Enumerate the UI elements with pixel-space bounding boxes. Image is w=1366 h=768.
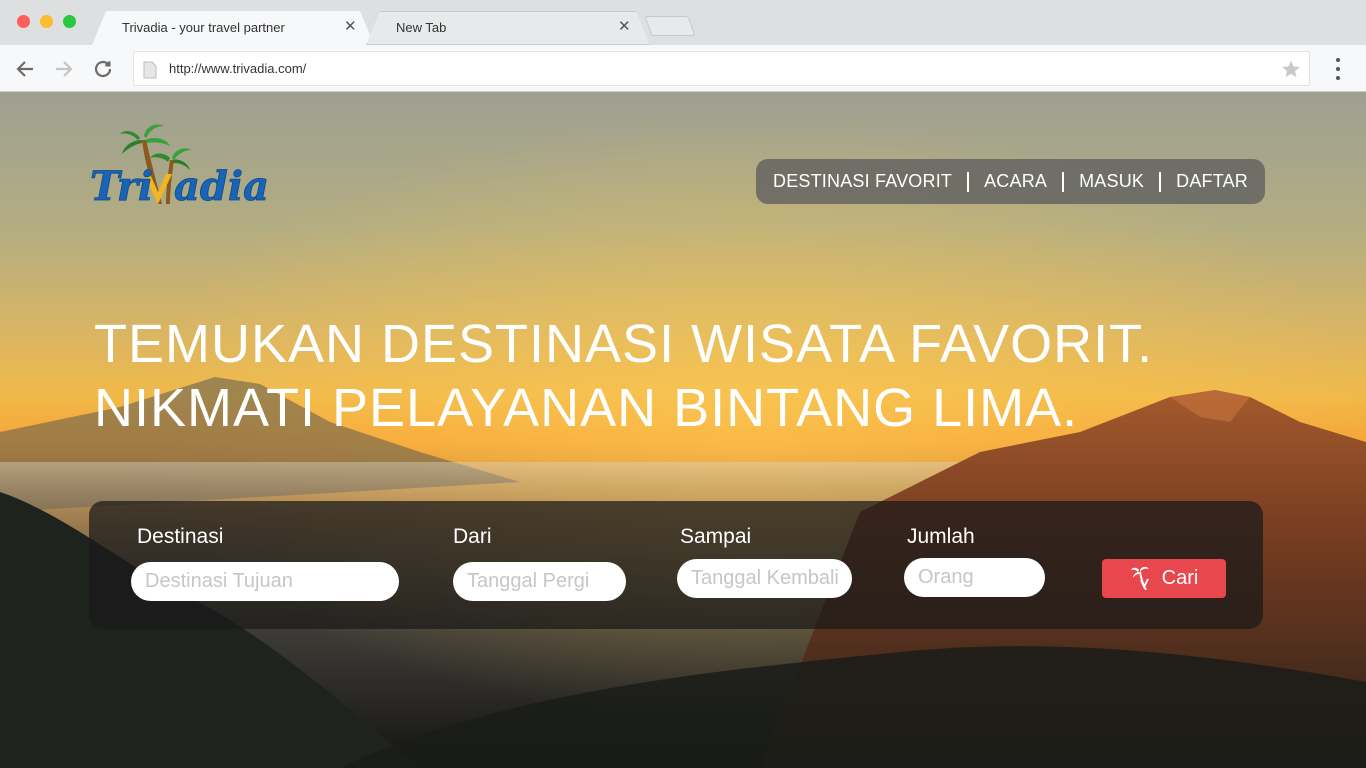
logo-text-tri: Tri [90,163,153,210]
close-window-button[interactable] [17,15,30,28]
arrow-right-icon [56,61,73,77]
destinasi-input[interactable] [131,562,399,601]
nav-divider [967,171,970,192]
palm-tree-icon [1130,566,1149,590]
cari-button-label: Cari [1161,567,1199,589]
tab-title: New Tab [396,20,447,35]
logo-text-adia: adia [174,163,269,210]
tab-close-icon[interactable]: ✕ [344,17,357,35]
tab-trivadia[interactable]: Trivadia - your travel partner ✕ [92,11,374,45]
new-tab-button[interactable] [644,16,696,36]
maximize-window-button[interactable] [63,15,76,28]
nav-divider [1062,171,1065,192]
tab-title: Trivadia - your travel partner [122,20,285,35]
trivadia-logo[interactable]: Tri adia [88,118,288,214]
search-panel: Destinasi Dari Sampai Jumlah Cari [89,501,1263,629]
cari-button[interactable]: Cari [1102,559,1226,598]
jumlah-label: Jumlah [907,525,975,548]
reload-button[interactable] [91,57,115,81]
back-button[interactable] [13,57,37,81]
page-icon [143,61,157,79]
forward-button[interactable] [52,57,76,81]
menu-dots-icon[interactable] [1330,58,1346,80]
hero-headline: TEMUKAN DESTINASI WISATA FAVORIT. NIKMAT… [94,312,1153,440]
arrow-left-icon [16,61,33,77]
minimize-window-button[interactable] [40,15,53,28]
reload-icon [94,60,112,78]
hero-line-1: TEMUKAN DESTINASI WISATA FAVORIT. [94,314,1154,374]
address-bar[interactable]: http://www.trivadia.com/ [133,51,1310,86]
dari-label: Dari [453,525,492,548]
webpage: Tri adia DESTINASI FAVORIT ACARA MASUK D… [0,92,1366,768]
nav-daftar[interactable]: DAFTAR [1176,171,1248,192]
nav-acara[interactable]: ACARA [984,171,1047,192]
tab-close-icon[interactable]: ✕ [618,17,631,35]
main-nav: DESTINASI FAVORIT ACARA MASUK DAFTAR [756,159,1265,204]
destinasi-label: Destinasi [137,525,224,548]
url-text: http://www.trivadia.com/ [169,61,307,76]
tab-new-tab[interactable]: New Tab ✕ [366,11,650,45]
browser-tab-bar: Trivadia - your travel partner ✕ New Tab… [0,0,1366,45]
star-icon[interactable] [1281,59,1301,79]
nav-destinasi-favorit[interactable]: DESTINASI FAVORIT [773,171,952,192]
hero-line-2: NIKMATI PELAYANAN BINTANG LIMA. [94,378,1079,438]
dari-date-input[interactable] [453,562,626,601]
sampai-label: Sampai [680,525,752,548]
browser-toolbar: http://www.trivadia.com/ [0,45,1366,92]
nav-divider [1159,171,1162,192]
jumlah-input[interactable] [904,558,1045,597]
nav-masuk[interactable]: MASUK [1079,171,1144,192]
sampai-date-input[interactable] [677,559,852,598]
